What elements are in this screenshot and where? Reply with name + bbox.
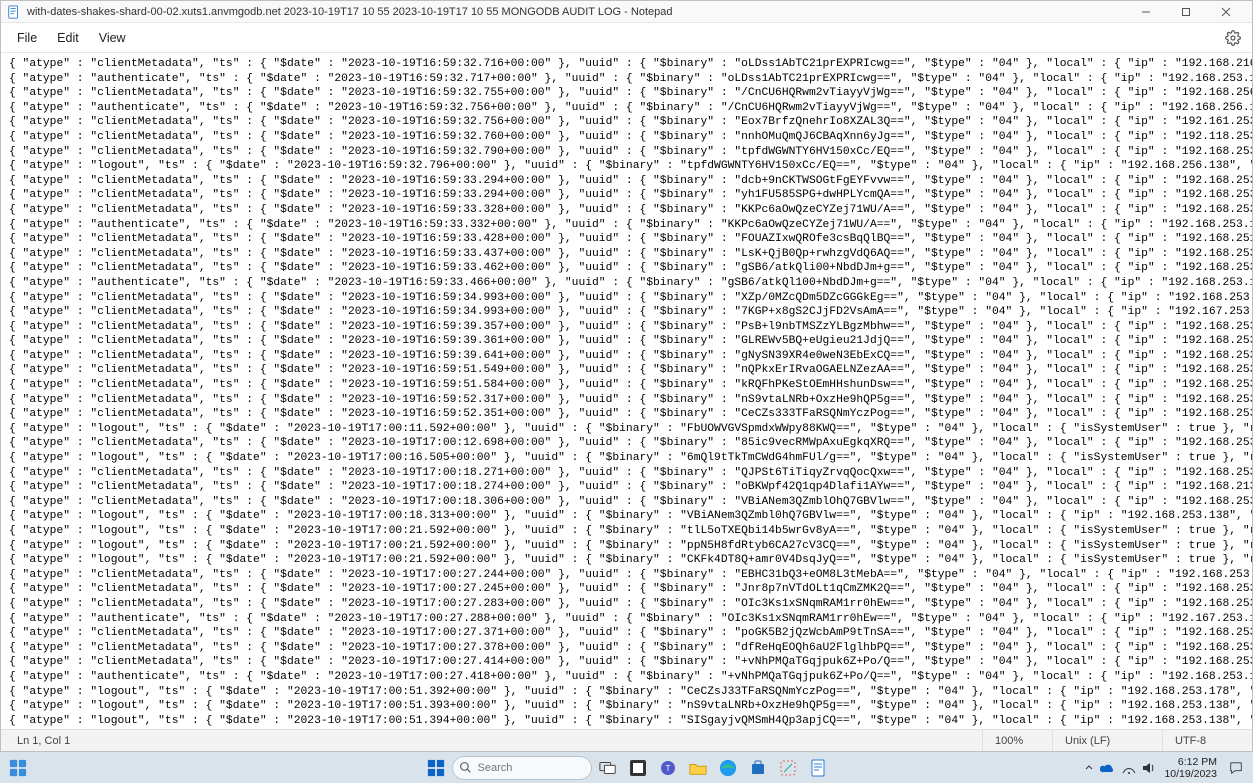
- status-eol: Unix (LF): [1052, 730, 1162, 751]
- tray-chevron-icon[interactable]: [1084, 763, 1094, 773]
- taskbar-app-explorer[interactable]: [684, 754, 712, 782]
- taskbar-app-teams[interactable]: T: [654, 754, 682, 782]
- menu-file[interactable]: File: [7, 27, 47, 49]
- minimize-button[interactable]: [1126, 1, 1166, 23]
- widgets-button[interactable]: [4, 754, 32, 782]
- taskbar-search[interactable]: [452, 756, 592, 780]
- maximize-button[interactable]: [1166, 1, 1206, 23]
- taskbar-app-snip[interactable]: [774, 754, 802, 782]
- status-position: Ln 1, Col 1: [1, 730, 982, 751]
- status-zoom[interactable]: 100%: [982, 730, 1052, 751]
- close-button[interactable]: [1206, 1, 1246, 23]
- clock-date: 10/19/2023: [1164, 768, 1217, 780]
- titlebar[interactable]: with-dates-shakes-shard-00-02.xuts1.anvm…: [1, 1, 1252, 23]
- taskbar-app-notepad[interactable]: [804, 754, 832, 782]
- notifications-button[interactable]: [1225, 757, 1247, 779]
- taskbar: T 6:12 PM 10/19/2023: [0, 752, 1253, 783]
- menubar: File Edit View: [1, 23, 1252, 53]
- windows-logo-icon: [427, 759, 445, 777]
- volume-icon[interactable]: [1142, 762, 1156, 774]
- task-view-button[interactable]: [594, 754, 622, 782]
- svg-text:T: T: [665, 764, 670, 773]
- onedrive-icon[interactable]: [1100, 762, 1116, 774]
- taskbar-app-store[interactable]: [744, 754, 772, 782]
- taskbar-app-edge[interactable]: [714, 754, 742, 782]
- notepad-window: with-dates-shakes-shard-00-02.xuts1.anvm…: [0, 0, 1253, 752]
- file-content[interactable]: { "atype" : "clientMetadata", "ts" : { "…: [1, 53, 1252, 729]
- editor-area[interactable]: { "atype" : "clientMetadata", "ts" : { "…: [1, 53, 1252, 729]
- menu-view[interactable]: View: [89, 27, 136, 49]
- window-title: with-dates-shakes-shard-00-02.xuts1.anvm…: [27, 6, 1126, 18]
- taskbar-app-1[interactable]: [624, 754, 652, 782]
- system-tray[interactable]: [1084, 762, 1156, 774]
- notepad-app-icon: [7, 5, 21, 19]
- search-icon: [459, 761, 472, 774]
- statusbar: Ln 1, Col 1 100% Unix (LF) UTF-8: [1, 729, 1252, 751]
- network-icon[interactable]: [1122, 762, 1136, 774]
- settings-button[interactable]: [1220, 25, 1246, 51]
- status-encoding: UTF-8: [1162, 730, 1252, 751]
- start-button[interactable]: [422, 754, 450, 782]
- clock-time: 6:12 PM: [1178, 756, 1217, 768]
- taskbar-clock[interactable]: 6:12 PM 10/19/2023: [1164, 756, 1217, 780]
- gear-icon: [1225, 30, 1241, 46]
- menu-edit[interactable]: Edit: [47, 27, 89, 49]
